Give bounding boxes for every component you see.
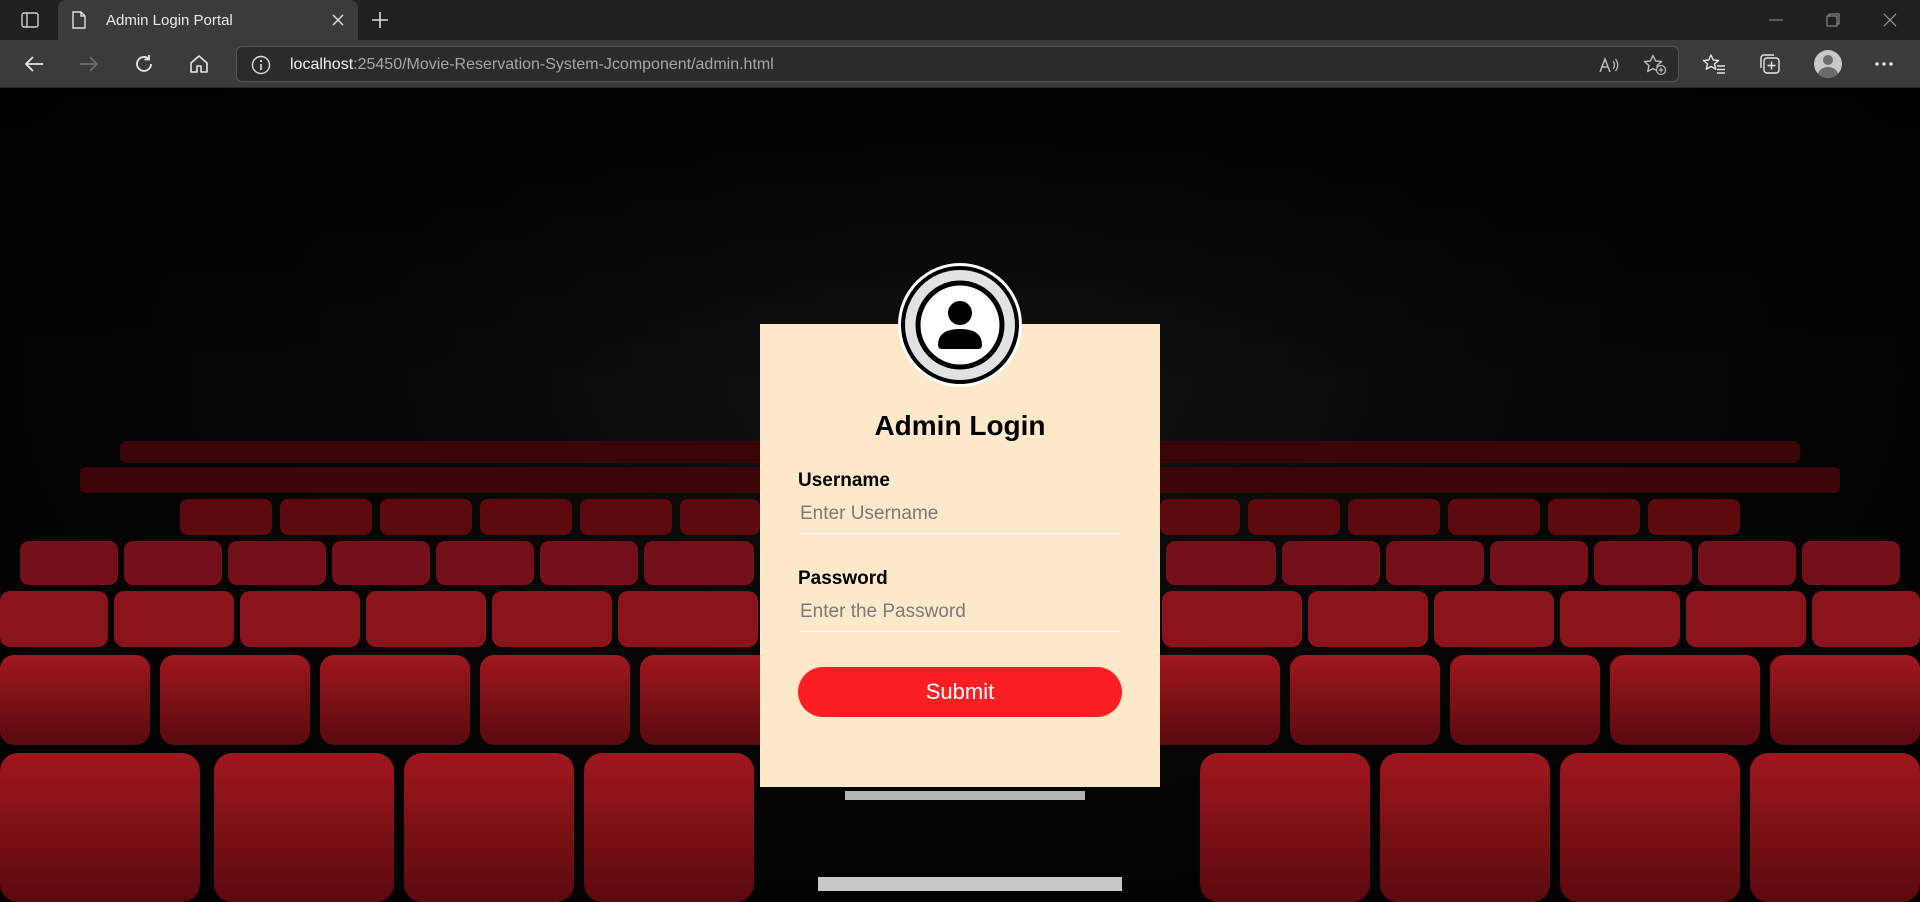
- close-icon: [332, 14, 344, 26]
- favorites-button[interactable]: [1698, 48, 1730, 80]
- close-tab-button[interactable]: [328, 10, 348, 30]
- restore-button[interactable]: [1819, 8, 1847, 32]
- username-label: Username: [798, 470, 890, 491]
- back-icon: [24, 56, 43, 72]
- submit-button[interactable]: Submit: [798, 667, 1122, 717]
- collections-icon: [1760, 54, 1780, 74]
- window-close-button[interactable]: [1876, 8, 1904, 32]
- profile-avatar: [1814, 50, 1842, 78]
- browser-toolbar: localhost:25450/Movie-Reservation-System…: [0, 40, 1920, 88]
- user-icon: [915, 280, 1005, 370]
- refresh-icon: [136, 55, 152, 72]
- minimize-button[interactable]: [1762, 8, 1790, 32]
- info-icon[interactable]: [251, 55, 271, 75]
- add-favorite-icon: [1643, 54, 1667, 76]
- window-close-icon: [1883, 13, 1897, 27]
- user-avatar-badge: [898, 263, 1022, 387]
- profile-button[interactable]: [1812, 48, 1844, 80]
- new-tab-button[interactable]: [366, 8, 394, 32]
- address-bar[interactable]: localhost:25450/Movie-Reservation-System…: [236, 46, 1679, 82]
- url-path: :25450/Movie-Reservation-System-Jcompone…: [353, 56, 774, 73]
- url-host: localhost: [290, 56, 354, 73]
- restore-icon: [1826, 13, 1840, 27]
- tab-actions-icon: [21, 12, 39, 28]
- forward-button[interactable]: [73, 48, 105, 80]
- username-input[interactable]: [798, 494, 1122, 534]
- collections-button[interactable]: [1754, 48, 1786, 80]
- login-title: Admin Login: [874, 410, 1046, 441]
- tab-title: Admin Login Portal: [106, 12, 233, 29]
- forward-icon: [80, 56, 99, 72]
- minimize-icon: [1769, 19, 1783, 21]
- refresh-button[interactable]: [128, 48, 160, 80]
- tab-strip: Admin Login Portal: [0, 0, 1920, 40]
- password-label: Password: [798, 568, 888, 589]
- document-icon: [72, 11, 86, 29]
- add-favorite-button[interactable]: [1643, 53, 1667, 77]
- page-viewport: Admin Login Username Password Submit: [0, 89, 1920, 902]
- favorites-icon: [1702, 54, 1725, 74]
- read-aloud-button[interactable]: [1597, 53, 1621, 77]
- home-icon: [190, 55, 208, 73]
- more-icon: [1875, 62, 1893, 66]
- avatar-inner: [905, 270, 1015, 380]
- read-aloud-icon: [1599, 56, 1619, 73]
- back-button[interactable]: [18, 48, 50, 80]
- tab-actions-button[interactable]: [14, 8, 46, 32]
- active-tab[interactable]: Admin Login Portal: [58, 0, 358, 40]
- home-button[interactable]: [183, 48, 215, 80]
- more-button[interactable]: [1868, 48, 1900, 80]
- password-input[interactable]: [798, 592, 1122, 632]
- new-tab-icon: [372, 12, 388, 28]
- url-text[interactable]: localhost:25450/Movie-Reservation-System…: [290, 56, 774, 74]
- admin-login-form: Admin Login Username Password Submit: [760, 324, 1160, 787]
